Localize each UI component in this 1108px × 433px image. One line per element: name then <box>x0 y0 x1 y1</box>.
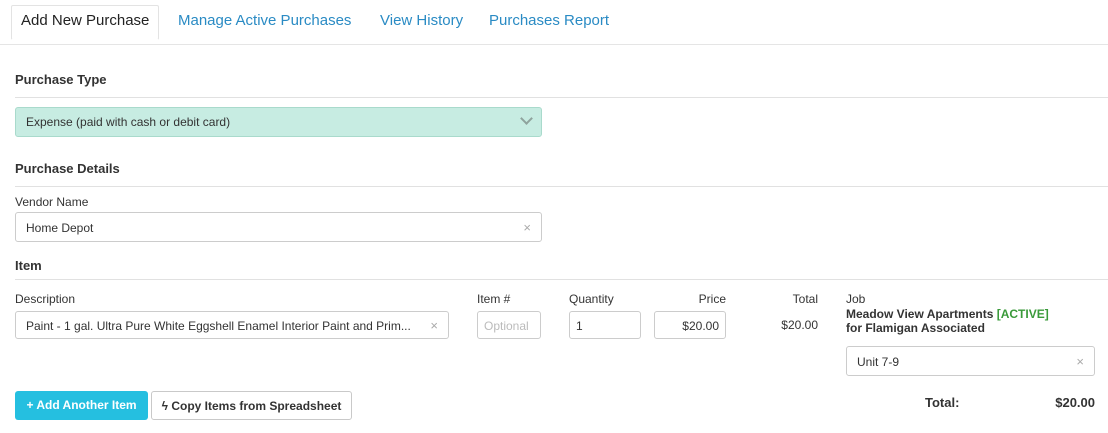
quantity-header: Quantity <box>569 292 614 306</box>
divider <box>15 97 1108 98</box>
price-input[interactable]: $20.00 <box>654 311 726 339</box>
vendor-name-label: Vendor Name <box>15 195 89 209</box>
tab-view-history[interactable]: View History <box>380 0 463 44</box>
clear-icon[interactable]: × <box>523 213 531 241</box>
total-label: Total: <box>925 395 960 410</box>
divider <box>15 279 1108 280</box>
copy-items-button[interactable]: ϟ Copy Items from Spreadsheet <box>151 391 352 420</box>
job-status-badge: [ACTIVE] <box>996 307 1049 321</box>
job-name: Meadow View Apartments [ACTIVE] <box>846 307 1049 321</box>
tab-add-new-purchase[interactable]: Add New Purchase <box>11 5 160 40</box>
description-value: Paint - 1 gal. Ultra Pure White Eggshell… <box>26 319 411 333</box>
purchase-type-select[interactable]: Expense (paid with cash or debit card) <box>15 107 542 137</box>
vendor-name-value: Home Depot <box>26 221 94 235</box>
purchase-details-title: Purchase Details <box>15 161 120 176</box>
vendor-name-input[interactable]: Home Depot × <box>15 212 542 242</box>
description-header: Description <box>15 292 76 306</box>
unit-value: Unit 7-9 <box>857 355 900 369</box>
bolt-icon: ϟ <box>161 399 168 413</box>
total-header: Total <box>792 292 818 306</box>
tab-manage-active-purchases[interactable]: Manage Active Purchases <box>178 0 351 44</box>
price-header: Price <box>698 292 726 306</box>
purchase-type-title: Purchase Type <box>15 72 107 87</box>
item-number-placeholder: Optional <box>484 319 529 333</box>
total-value: $20.00 <box>1055 395 1095 410</box>
line-total: $20.00 <box>781 318 818 332</box>
purchase-type-value: Expense (paid with cash or debit card) <box>26 115 231 129</box>
quantity-value: 1 <box>576 319 583 333</box>
tab-purchases-report[interactable]: Purchases Report <box>489 0 609 44</box>
quantity-input[interactable]: 1 <box>569 311 641 339</box>
tab-bar: Add New Purchase Manage Active Purchases… <box>0 0 1108 45</box>
divider <box>15 186 1108 187</box>
job-client: for Flamigan Associated <box>846 321 985 335</box>
price-value: $20.00 <box>682 319 719 333</box>
copy-items-label: Copy Items from Spreadsheet <box>171 399 342 413</box>
job-name-text: Meadow View Apartments <box>846 307 994 321</box>
chevron-down-icon <box>520 112 533 125</box>
description-input[interactable]: Paint - 1 gal. Ultra Pure White Eggshell… <box>15 311 449 339</box>
item-number-input[interactable]: Optional <box>477 311 541 339</box>
clear-icon[interactable]: × <box>430 312 438 338</box>
job-header: Job <box>846 292 866 306</box>
add-another-item-button[interactable]: + Add Another Item <box>15 391 148 420</box>
unit-select[interactable]: Unit 7-9 × <box>846 346 1095 376</box>
item-section-title: Item <box>15 258 42 273</box>
item-number-header: Item # <box>477 292 511 306</box>
clear-icon[interactable]: × <box>1076 347 1084 375</box>
